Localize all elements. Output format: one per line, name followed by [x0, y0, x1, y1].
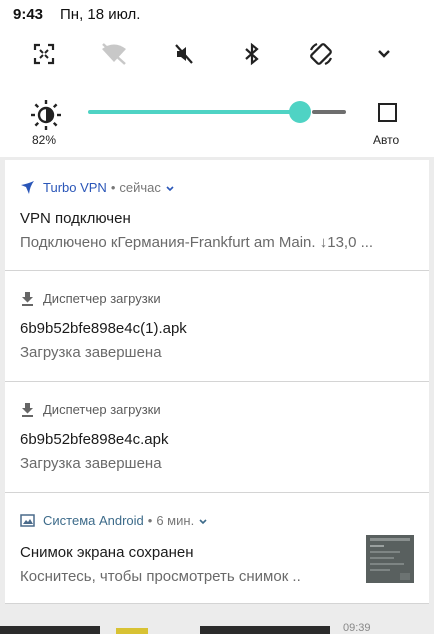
expand-chevron-icon[interactable]: [198, 515, 208, 525]
background-strip-accent: [116, 628, 148, 634]
brightness-slider[interactable]: [88, 100, 346, 124]
turbo-vpn-app-icon: [20, 180, 35, 195]
notification-text: Загрузка завершена: [20, 344, 162, 361]
auto-brightness-checkbox[interactable]: [378, 103, 397, 122]
notification-text: Коснитесь, чтобы просмотреть снимок ..: [20, 568, 301, 585]
status-date: Пн, 18 июл.: [60, 6, 141, 23]
notification-header: Диспетчер загрузки: [20, 290, 161, 306]
notification-app-name: Turbo VPN: [43, 179, 107, 195]
notification-time: 6 мин.: [156, 512, 195, 528]
notification-text: Загрузка завершена: [20, 455, 162, 472]
brightness-row: 82% Авто: [0, 95, 434, 155]
download-icon: [20, 291, 35, 306]
wifi-off-icon[interactable]: [96, 36, 132, 72]
notification-app-name: Диспетчер загрузки: [43, 290, 161, 306]
slider-track-active: [88, 110, 300, 114]
notification-title: Снимок экрана сохранен: [20, 544, 194, 561]
quick-tiles-row: [0, 36, 434, 72]
brightness-icon: [30, 99, 62, 131]
notification-app-name: Система Android: [43, 512, 144, 528]
notification-header: Turbo VPN • сейчас: [20, 179, 175, 195]
notification-title: 6b9b52bfe898e4c.apk: [20, 431, 169, 448]
sound-mute-icon[interactable]: [166, 36, 202, 72]
download-icon: [20, 402, 35, 417]
bluetooth-icon[interactable]: [234, 36, 270, 72]
screenshot-expand-icon[interactable]: [26, 36, 62, 72]
notification-download-1[interactable]: Диспетчер загрузки 6b9b52bfe898e4c(1).ap…: [5, 271, 429, 382]
header-separator: •: [147, 512, 153, 528]
notification-download-2[interactable]: Диспетчер загрузки 6b9b52bfe898e4c.apk З…: [5, 382, 429, 493]
screenshot-thumbnail[interactable]: [366, 535, 414, 583]
notification-header: Система Android • 6 мин.: [20, 512, 208, 528]
notification-app-name: Диспетчер загрузки: [43, 401, 161, 417]
notification-turbo-vpn[interactable]: Turbo VPN • сейчас VPN подключен Подключ…: [5, 160, 429, 271]
image-icon: [20, 513, 35, 528]
notification-time: сейчас: [119, 179, 161, 195]
background-strip-dark: [200, 626, 330, 634]
slider-track-rest: [312, 110, 346, 114]
notification-android-screenshot[interactable]: Система Android • 6 мин. Снимок экрана с…: [5, 493, 429, 604]
auto-brightness-label: Авто: [373, 133, 400, 147]
auto-rotate-icon[interactable]: [303, 36, 339, 72]
brightness-percent: 82%: [32, 133, 57, 147]
status-time: 9:43: [13, 6, 44, 23]
notification-title: 6b9b52bfe898e4c(1).apk: [20, 320, 187, 337]
notification-header: Диспетчер загрузки: [20, 401, 161, 417]
header-separator: •: [110, 179, 116, 195]
quick-settings-panel: 9:43 Пн, 18 июл. 82% Авто: [0, 0, 434, 157]
chevron-down-icon[interactable]: [366, 36, 402, 72]
background-clock: 09:39: [343, 622, 371, 634]
notification-title: VPN подключен: [20, 210, 131, 227]
notification-text: Подключено кГермания-Frankfurt am Main. …: [20, 234, 374, 251]
slider-thumb[interactable]: [289, 101, 311, 123]
background-strip-dark: [0, 626, 100, 634]
expand-chevron-icon[interactable]: [165, 182, 175, 192]
